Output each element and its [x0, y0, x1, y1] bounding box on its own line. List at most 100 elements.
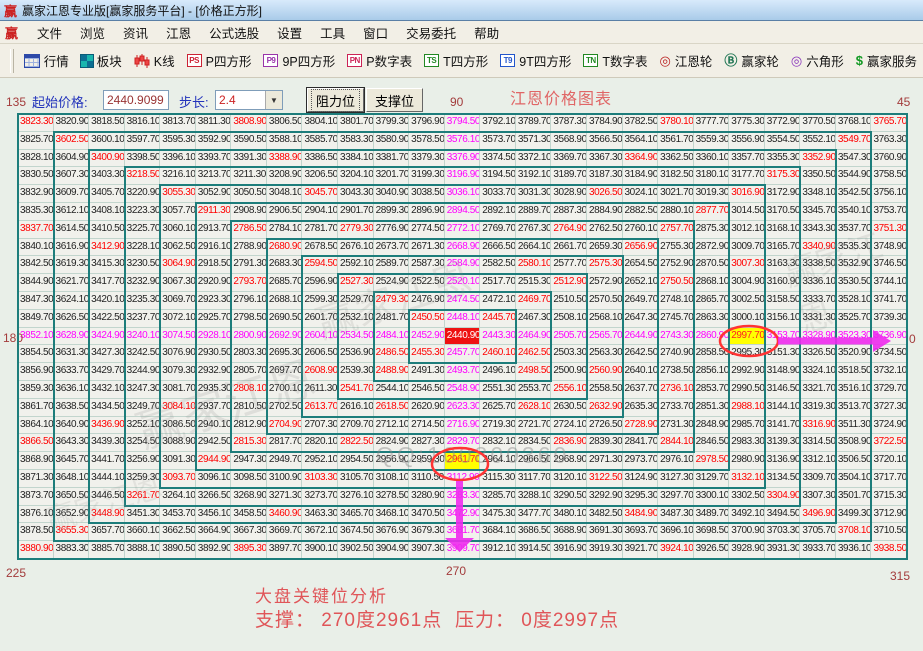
grid-cell[interactable]: 2589.70: [373, 256, 410, 275]
grid-cell[interactable]: 3828.10: [18, 149, 54, 168]
grid-cell[interactable]: 2800.90: [231, 327, 267, 346]
grid-cell[interactable]: 3489.70: [693, 505, 730, 524]
grid-cell[interactable]: 3784.90: [586, 114, 623, 132]
grid-cell[interactable]: 3098.50: [231, 469, 267, 488]
grid-cell[interactable]: 2752.90: [658, 256, 694, 275]
grid-cell[interactable]: 3309.70: [800, 469, 836, 488]
grid-cell[interactable]: 3132.10: [729, 469, 765, 488]
grid-cell[interactable]: 3422.50: [89, 309, 125, 328]
grid-cell[interactable]: 3453.70: [160, 505, 196, 524]
grid-cell[interactable]: 3708.10: [835, 523, 872, 542]
grid-cell[interactable]: 3825.70: [18, 131, 54, 150]
grid-cell[interactable]: 3244.90: [124, 363, 161, 381]
grid-cell[interactable]: 2947.30: [231, 452, 267, 470]
grid-cell[interactable]: 2844.10: [658, 434, 694, 453]
grid-cell[interactable]: 3026.50: [586, 185, 623, 203]
grid-cell[interactable]: 2572.90: [586, 274, 623, 292]
grid-cell[interactable]: 3259.30: [124, 469, 161, 488]
grid-cell[interactable]: 3235.30: [124, 291, 161, 310]
grid-cell[interactable]: 3691.30: [586, 523, 623, 542]
grid-cell[interactable]: 2443.30: [480, 327, 516, 346]
grid-cell[interactable]: 2834.50: [515, 434, 552, 453]
grid-cell[interactable]: 3187.30: [586, 167, 623, 186]
grid-cell[interactable]: 3871.30: [18, 469, 54, 488]
grid-cell[interactable]: 3398.50: [124, 149, 161, 168]
grid-cell[interactable]: 2832.10: [480, 434, 516, 453]
grid-cell[interactable]: 3441.70: [89, 452, 125, 470]
grid-cell[interactable]: 3062.50: [160, 238, 196, 257]
grid-cell[interactable]: 3429.70: [89, 363, 125, 381]
grid-cell[interactable]: 2995.30: [729, 345, 765, 364]
grid-cell[interactable]: 2884.90: [586, 202, 623, 221]
grid-cell[interactable]: 3033.70: [480, 185, 516, 203]
grid-cell[interactable]: 3854.50: [18, 345, 54, 364]
grid-cell[interactable]: 3595.30: [160, 131, 196, 150]
grid-cell[interactable]: 2913.70: [195, 220, 232, 239]
grid-cell[interactable]: 2856.10: [693, 363, 730, 381]
grid-cell[interactable]: 3076.90: [160, 345, 196, 364]
grid-cell[interactable]: 3619.30: [53, 256, 90, 275]
grid-cell[interactable]: 3477.70: [515, 505, 552, 524]
grid-cell[interactable]: 2784.10: [266, 220, 303, 239]
grid-cell[interactable]: 3484.90: [622, 505, 659, 524]
grid-cell[interactable]: 3120.10: [551, 469, 587, 488]
grid-cell[interactable]: 3712.90: [871, 505, 907, 524]
menu-item-帮助[interactable]: 帮助: [465, 21, 508, 44]
grid-cell[interactable]: 3115.30: [480, 469, 516, 488]
grid-cell[interactable]: 3640.90: [53, 416, 90, 435]
grid-cell[interactable]: 3686.50: [515, 523, 552, 542]
grid-cell[interactable]: 3748.90: [871, 238, 907, 257]
grid-cell[interactable]: 3110.50: [409, 469, 445, 488]
grid-cell[interactable]: 3688.90: [551, 523, 587, 542]
grid-cell[interactable]: 3518.50: [835, 363, 872, 381]
grid-cell[interactable]: 3348.10: [800, 185, 836, 203]
grid-cell[interactable]: 3746.50: [871, 256, 907, 275]
grid-cell[interactable]: 3074.50: [160, 327, 196, 346]
grid-cell[interactable]: 2983.30: [729, 434, 765, 453]
grid-cell[interactable]: 2476.90: [409, 291, 445, 310]
grid-cell[interactable]: 2731.30: [658, 416, 694, 435]
grid-cell[interactable]: 2750.50: [658, 274, 694, 292]
grid-cell[interactable]: 3312.10: [800, 452, 836, 470]
grid-cell[interactable]: 2964.10: [480, 452, 516, 470]
grid-cell[interactable]: 3280.90: [409, 487, 445, 506]
grid-cell[interactable]: 3412.90: [89, 238, 125, 257]
grid-cell[interactable]: 3096.10: [195, 469, 232, 488]
grid-cell[interactable]: 3801.70: [338, 114, 374, 132]
grid-cell[interactable]: 3604.90: [53, 149, 90, 168]
grid-cell[interactable]: 3765.70: [871, 114, 907, 132]
grid-cell[interactable]: 3883.30: [53, 541, 90, 559]
grid-cell[interactable]: 3705.70: [800, 523, 836, 542]
grid-cell[interactable]: 3578.50: [409, 131, 445, 150]
grid-cell[interactable]: 2484.10: [373, 327, 410, 346]
grid-cell[interactable]: 3295.30: [622, 487, 659, 506]
grid-cell[interactable]: 3542.50: [835, 185, 872, 203]
grid-cell[interactable]: 3741.70: [871, 291, 907, 310]
grid-cell[interactable]: 2448.10: [444, 309, 481, 328]
grid-cell[interactable]: 2959.30: [409, 452, 445, 470]
grid-cell[interactable]: 3549.70: [835, 131, 872, 150]
grid-cell[interactable]: 2596.90: [302, 274, 339, 292]
grid-cell[interactable]: 3146.50: [764, 380, 801, 399]
grid-cell[interactable]: 3676.90: [373, 523, 410, 542]
grid-cell[interactable]: 2810.50: [231, 398, 267, 417]
grid-cell[interactable]: 3432.10: [89, 380, 125, 399]
grid-cell[interactable]: 2635.30: [622, 398, 659, 417]
grid-cell[interactable]: 3172.90: [764, 185, 801, 203]
grid-cell[interactable]: 2841.70: [622, 434, 659, 453]
grid-cell[interactable]: 3292.90: [586, 487, 623, 506]
grid-cell[interactable]: 2551.30: [480, 380, 516, 399]
grid-cell[interactable]: 3302.50: [729, 487, 765, 506]
grid-cell[interactable]: 2464.90: [515, 327, 552, 346]
grid-cell[interactable]: 3763.30: [871, 131, 907, 150]
grid-cell[interactable]: 3796.90: [409, 114, 445, 132]
grid-cell[interactable]: 3655.30: [53, 523, 90, 542]
grid-cell[interactable]: 2748.10: [658, 291, 694, 310]
grid-cell[interactable]: 3410.50: [89, 220, 125, 239]
grid-cell[interactable]: 3525.70: [835, 309, 872, 328]
grid-cell[interactable]: 3129.70: [693, 469, 730, 488]
grid-cell[interactable]: 3480.10: [551, 505, 587, 524]
grid-cell[interactable]: 3696.10: [658, 523, 694, 542]
grid-cell[interactable]: 3818.50: [89, 114, 125, 132]
grid-cell[interactable]: 2491.30: [409, 363, 445, 381]
